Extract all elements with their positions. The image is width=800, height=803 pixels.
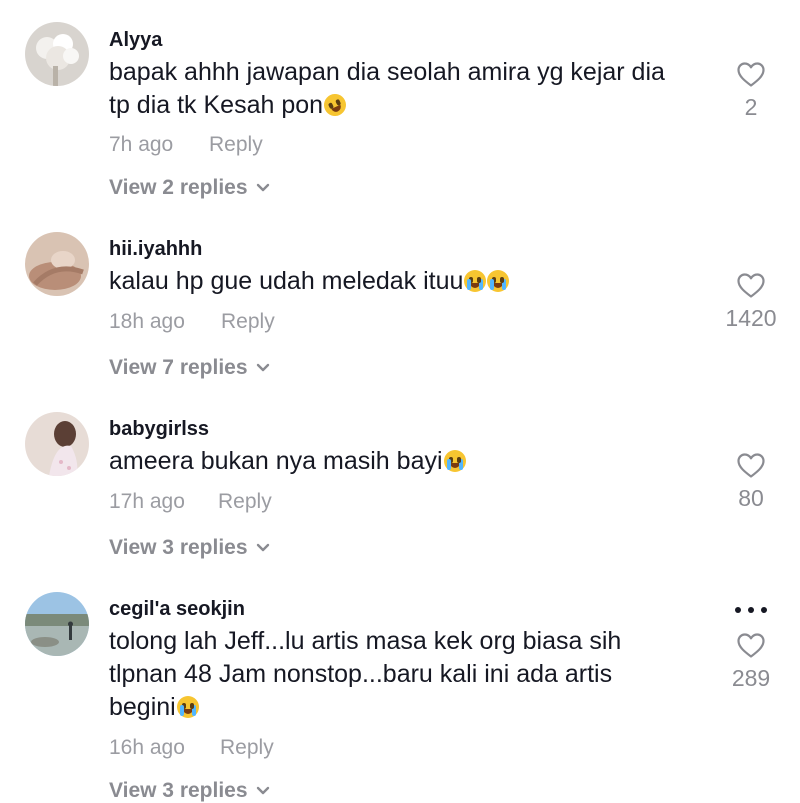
- avatar[interactable]: [25, 412, 89, 476]
- comment-time: 17h ago: [109, 490, 185, 513]
- heart-outline-icon: [711, 61, 791, 88]
- reply-button[interactable]: Reply: [218, 490, 272, 514]
- rofl-emoji: [320, 90, 350, 120]
- comment-item: cegil'a seokjin tolong lah Jeff...lu art…: [0, 570, 800, 802]
- loudly-crying-emoji: [487, 270, 510, 292]
- comment-text-line: ameera bukan nya masih bayi: [109, 447, 443, 475]
- like-button[interactable]: 80: [711, 452, 791, 512]
- like-count: 289: [731, 665, 771, 691]
- more-dots-icon[interactable]: [733, 604, 769, 614]
- comment-meta: 7h ago Reply: [109, 133, 263, 157]
- comment-text-line: tp dia tk Kesah pon: [109, 91, 324, 119]
- loudly-crying-emoji: [464, 270, 487, 292]
- view-replies-label: View 3 replies: [109, 536, 248, 559]
- avatar[interactable]: [25, 592, 89, 656]
- comment-text: bapak ahhh jawapan dia seolah amira yg k…: [109, 56, 699, 122]
- comment-time: 16h ago: [109, 736, 185, 759]
- heart-outline-icon: [711, 272, 791, 299]
- comment-text-line: begini: [109, 693, 176, 721]
- view-replies-button[interactable]: View 3 replies: [109, 777, 270, 803]
- comment-time: 18h ago: [109, 310, 185, 333]
- reply-button[interactable]: Reply: [221, 310, 275, 334]
- view-replies-button[interactable]: View 3 replies: [109, 534, 270, 560]
- chevron-down-icon: [256, 534, 270, 558]
- comment-meta: 16h ago Reply: [109, 736, 274, 760]
- view-replies-label: View 3 replies: [109, 779, 248, 802]
- like-button[interactable]: 289: [711, 632, 791, 692]
- view-replies-button[interactable]: View 7 replies: [109, 354, 270, 380]
- comment-text-line: tolong lah Jeff...lu artis masa kek org …: [109, 627, 622, 655]
- chevron-down-icon: [256, 777, 270, 801]
- chevron-down-icon: [256, 354, 270, 378]
- heart-outline-icon: [711, 452, 791, 479]
- comment-username[interactable]: babygirlss: [109, 418, 209, 441]
- comment-text: kalau hp gue udah meledak ituu: [109, 265, 699, 298]
- avatar[interactable]: [25, 232, 89, 296]
- comment-username[interactable]: hii.iyahhh: [109, 238, 202, 261]
- like-count: 80: [738, 485, 764, 511]
- like-count: 2: [744, 94, 758, 120]
- comment-time: 7h ago: [109, 133, 174, 156]
- comment-username[interactable]: cegil'a seokjin: [109, 598, 245, 621]
- comment-text-line: bapak ahhh jawapan dia seolah amira yg k…: [109, 58, 665, 86]
- reply-button[interactable]: Reply: [220, 736, 274, 760]
- comment-text-line: tlpnan 48 Jam nonstop...baru kali ini ad…: [109, 660, 613, 688]
- comment-meta: 18h ago Reply: [109, 310, 275, 334]
- avatar[interactable]: [25, 22, 89, 86]
- view-replies-button[interactable]: View 2 replies: [109, 174, 270, 200]
- like-count: 1420: [725, 305, 777, 331]
- comment-item: Alyya bapak ahhh jawapan dia seolah amir…: [0, 0, 800, 210]
- view-replies-label: View 7 replies: [109, 356, 248, 379]
- like-button[interactable]: 1420: [711, 272, 791, 332]
- like-button[interactable]: 2: [711, 61, 791, 121]
- loudly-crying-emoji: [176, 696, 199, 718]
- reply-button[interactable]: Reply: [209, 133, 263, 157]
- view-replies-label: View 2 replies: [109, 176, 248, 199]
- chevron-down-icon: [256, 174, 270, 198]
- comment-username[interactable]: Alyya: [109, 29, 162, 52]
- heart-outline-icon: [711, 632, 791, 659]
- comment-item: hii.iyahhh kalau hp gue udah meledak itu…: [0, 210, 800, 390]
- comment-meta: 17h ago Reply: [109, 490, 272, 514]
- comment-text-line: kalau hp gue udah meledak ituu: [109, 267, 464, 295]
- loudly-crying-emoji: [443, 450, 466, 472]
- comment-item: babygirlss ameera bukan nya masih bayi 1…: [0, 390, 800, 570]
- comment-text: tolong lah Jeff...lu artis masa kek org …: [109, 625, 699, 724]
- comment-text: ameera bukan nya masih bayi: [109, 445, 699, 478]
